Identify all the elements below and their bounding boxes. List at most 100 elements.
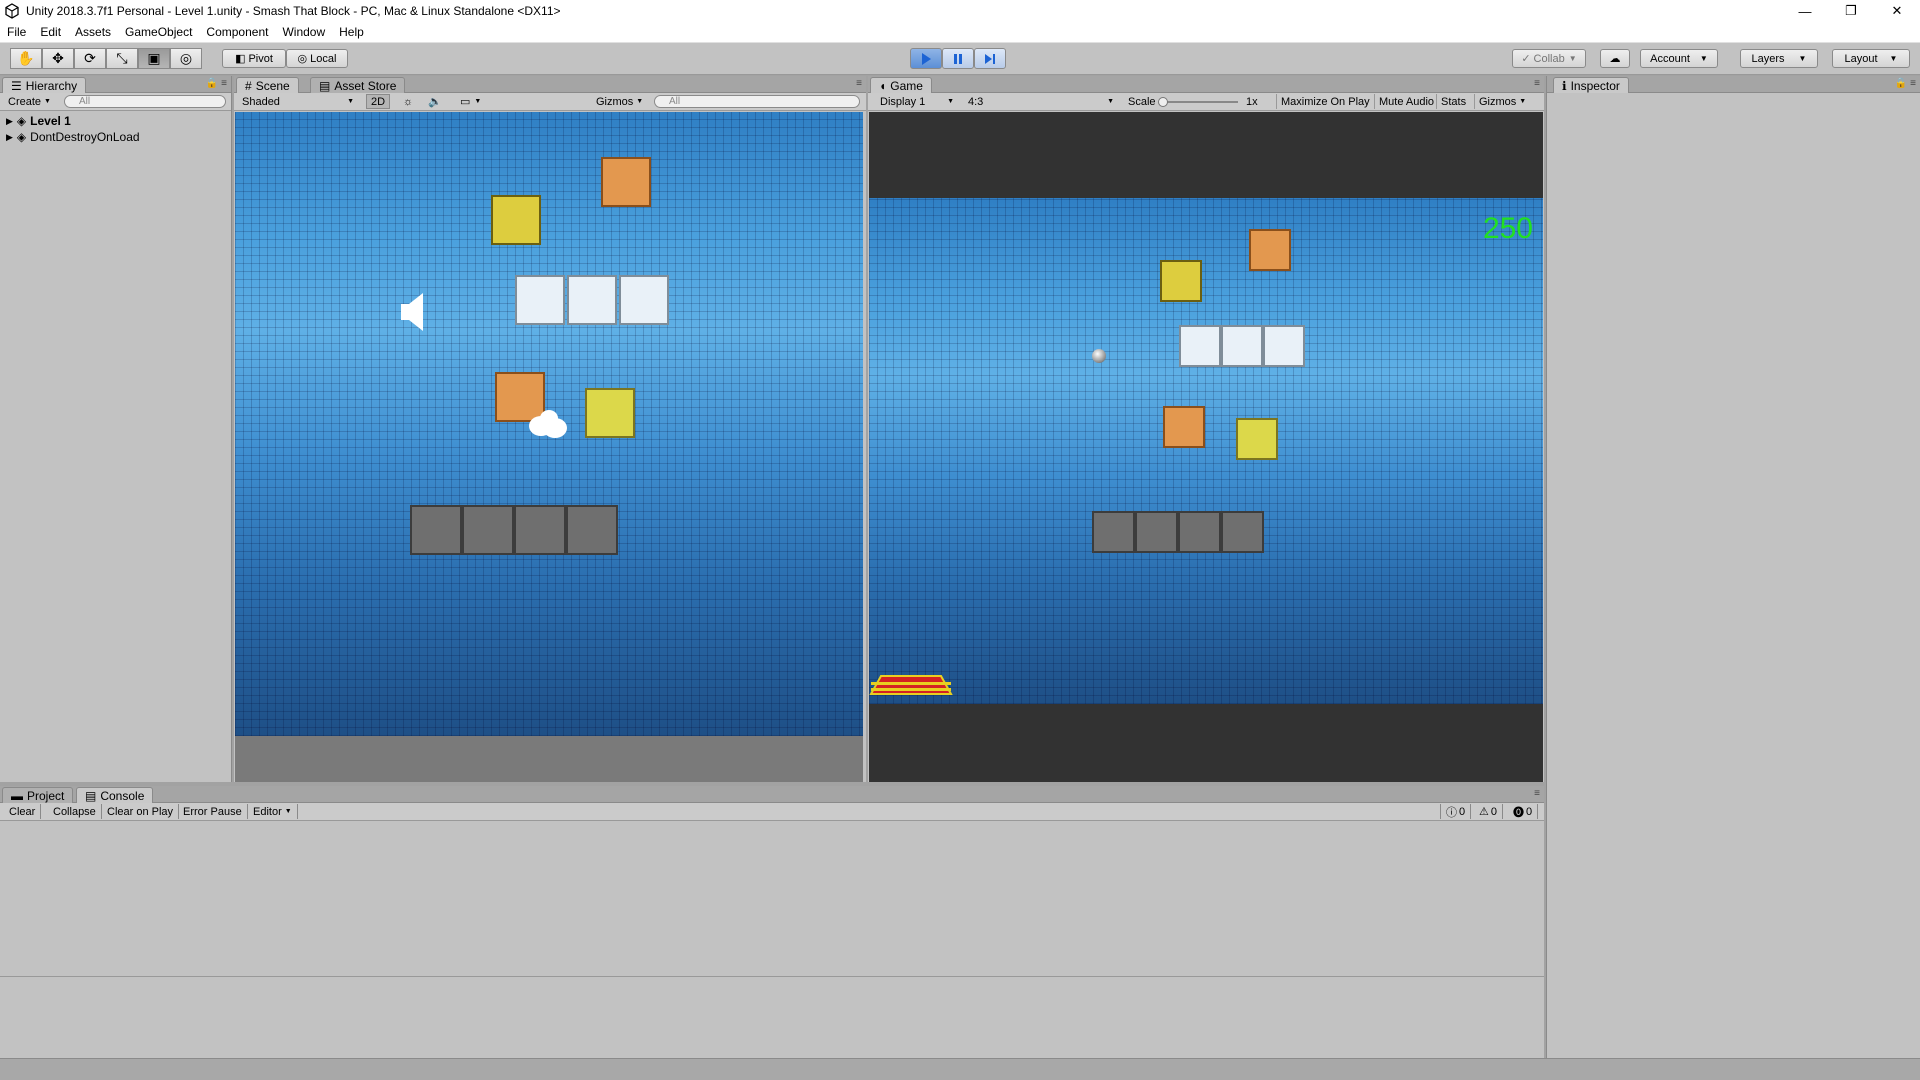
stone-block[interactable] <box>410 505 462 555</box>
scene-viewport[interactable] <box>235 112 863 782</box>
error-count-toggle[interactable]: ⓿0 <box>1508 804 1539 819</box>
image-icon: ▭ <box>460 96 471 108</box>
editor-dropdown[interactable]: Editor ▼ <box>248 804 298 819</box>
stone-block <box>1221 511 1264 553</box>
pivot-toggle[interactable]: ◧ Pivot <box>222 49 286 68</box>
stone-block[interactable] <box>514 505 566 555</box>
local-toggle[interactable]: ◎ Local <box>286 49 348 68</box>
scale-slider-handle[interactable] <box>1158 97 1168 107</box>
scale-slider[interactable] <box>1158 97 1238 107</box>
ice-block[interactable] <box>567 275 617 325</box>
hierarchy-toolbar: Create ▼ All <box>0 93 231 111</box>
inspector-tabbar: ℹ Inspector 🔒 ≡ <box>1547 76 1920 93</box>
create-dropdown[interactable]: Create ▼ <box>4 94 55 109</box>
ice-block <box>1179 325 1221 367</box>
tab-hierarchy[interactable]: ☰ Hierarchy <box>2 77 87 93</box>
hierarchy-item-dontdestroyonload[interactable]: ▶ ◈ DontDestroyOnLoad <box>6 130 140 144</box>
shading-dropdown[interactable]: Shaded ▼ <box>238 94 358 109</box>
menu-window[interactable]: Window <box>275 25 332 39</box>
menu-file[interactable]: File <box>0 25 33 39</box>
warning-count-toggle[interactable]: ⚠ 0 <box>1474 804 1503 819</box>
ice-block[interactable] <box>619 275 669 325</box>
sun-icon: ☼ <box>403 95 414 108</box>
hierarchy-item-level1[interactable]: ▶ ◈ Level 1 <box>6 114 71 128</box>
status-bar <box>0 1058 1920 1080</box>
panel-menu-icon[interactable]: 🔒 ≡ <box>1895 78 1916 89</box>
folder-icon: ▬ <box>11 788 23 803</box>
audio-source-icon <box>401 293 423 331</box>
lighting-toggle[interactable]: ☼ <box>399 94 417 109</box>
ice-block[interactable] <box>515 275 565 325</box>
tab-asset-store[interactable]: ▤ Asset Store <box>310 77 406 93</box>
panel-menu-icon[interactable]: 🔒 ≡ <box>206 78 227 89</box>
stone-block[interactable] <box>566 505 618 555</box>
tab-project[interactable]: ▬ Project <box>2 787 74 803</box>
minimize-button[interactable]: — <box>1782 0 1828 22</box>
menu-edit[interactable]: Edit <box>33 25 68 39</box>
pause-button[interactable] <box>942 48 974 69</box>
ice-block <box>1221 325 1263 367</box>
tab-game[interactable]: ◖ Game <box>870 77 932 93</box>
console-log-list[interactable] <box>0 822 1544 977</box>
orange-block <box>1249 229 1291 271</box>
tab-console[interactable]: ▤ Console <box>76 787 154 803</box>
scale-tool-icon[interactable]: ⤡ <box>106 48 138 69</box>
hierarchy-panel: ☰ Hierarchy 🔒 ≡ Create ▼ All ▶ ◈ Level 1 ▶ ◈ D… <box>0 76 232 782</box>
clear-on-play-toggle[interactable]: Clear on Play <box>102 804 180 819</box>
cracked-yellow-block[interactable] <box>491 195 541 245</box>
mute-audio-toggle[interactable]: Mute Audio <box>1374 94 1438 109</box>
yellow-block[interactable] <box>585 388 635 438</box>
scene-search-input[interactable]: All <box>654 95 860 108</box>
panel-menu-icon[interactable]: ≡ <box>1534 78 1540 89</box>
orange-block[interactable] <box>601 157 651 207</box>
effects-dropdown[interactable]: ▭ ▼ <box>456 94 485 109</box>
layers-dropdown[interactable]: Layers ▼ <box>1740 49 1818 68</box>
scale-value: 1x <box>1246 95 1258 108</box>
scene-panel: # Scene ▤ Asset Store ≡ Shaded ▼ 2D ☼ 🔈 ▭ ▼ … <box>234 76 866 782</box>
hierarchy-tabbar: ☰ Hierarchy 🔒 ≡ <box>0 76 231 93</box>
info-count-toggle[interactable]: ⓘ 0 <box>1440 804 1472 819</box>
account-dropdown[interactable]: Account ▼ <box>1640 49 1718 68</box>
move-tool-icon[interactable]: ✥ <box>42 48 74 69</box>
console-detail-area[interactable] <box>0 978 1544 1058</box>
layout-dropdown[interactable]: Layout ▼ <box>1832 49 1910 68</box>
menu-gameobject[interactable]: GameObject <box>118 25 199 39</box>
cloud-button[interactable]: ☁ <box>1600 49 1630 68</box>
maximize-on-play-toggle[interactable]: Maximize On Play <box>1276 94 1374 109</box>
play-button[interactable] <box>910 48 942 69</box>
game-background-image <box>869 198 1543 704</box>
transform-tool-icon[interactable]: ◎ <box>170 48 202 69</box>
audio-toggle[interactable]: 🔈 <box>424 94 446 109</box>
rect-tool-icon[interactable]: ▣ <box>138 48 170 69</box>
hierarchy-search-input[interactable]: All <box>64 95 226 108</box>
2d-toggle[interactable]: 2D <box>366 94 391 109</box>
scene-gizmos-dropdown[interactable]: Gizmos ▼ <box>592 94 647 109</box>
step-button[interactable] <box>974 48 1006 69</box>
menu-component[interactable]: Component <box>199 25 275 39</box>
unity-logo-icon <box>5 3 19 19</box>
game-panel: ◖ Game ≡ Display 1 ▼ 4:3 ▼ Scale 1x Maximiz… <box>868 76 1544 782</box>
game-viewport[interactable]: 250 <box>869 112 1543 782</box>
window-title: Unity 2018.3.7f1 Personal - Level 1.unit… <box>26 4 561 18</box>
rotate-tool-icon[interactable]: ⟳ <box>74 48 106 69</box>
collab-dropdown[interactable]: ✓ Collab ▼ <box>1512 49 1586 68</box>
error-pause-toggle[interactable]: Error Pause <box>178 804 248 819</box>
panel-menu-icon[interactable]: ≡ <box>1534 788 1540 799</box>
tab-scene[interactable]: # Scene <box>236 77 299 93</box>
ball <box>1092 349 1106 363</box>
stone-block[interactable] <box>462 505 514 555</box>
close-button[interactable]: ✕ <box>1874 0 1920 22</box>
menu-assets[interactable]: Assets <box>68 25 118 39</box>
display-dropdown[interactable]: Display 1 ▼ <box>876 94 958 109</box>
aspect-dropdown[interactable]: 4:3 ▼ <box>964 94 1118 109</box>
stats-toggle[interactable]: Stats <box>1436 94 1470 109</box>
menu-help[interactable]: Help <box>332 25 371 39</box>
game-gizmos-dropdown[interactable]: Gizmos ▼ <box>1474 94 1530 109</box>
panel-menu-icon[interactable]: ≡ <box>856 78 862 89</box>
restore-button[interactable]: ❐ <box>1828 0 1874 22</box>
tab-inspector[interactable]: ℹ Inspector <box>1553 77 1629 93</box>
clear-button[interactable]: Clear <box>4 804 42 819</box>
collapse-button[interactable]: Collapse <box>48 804 102 819</box>
scene-icon: ◈ <box>16 130 27 144</box>
hand-tool-icon[interactable]: ✋ <box>10 48 42 69</box>
